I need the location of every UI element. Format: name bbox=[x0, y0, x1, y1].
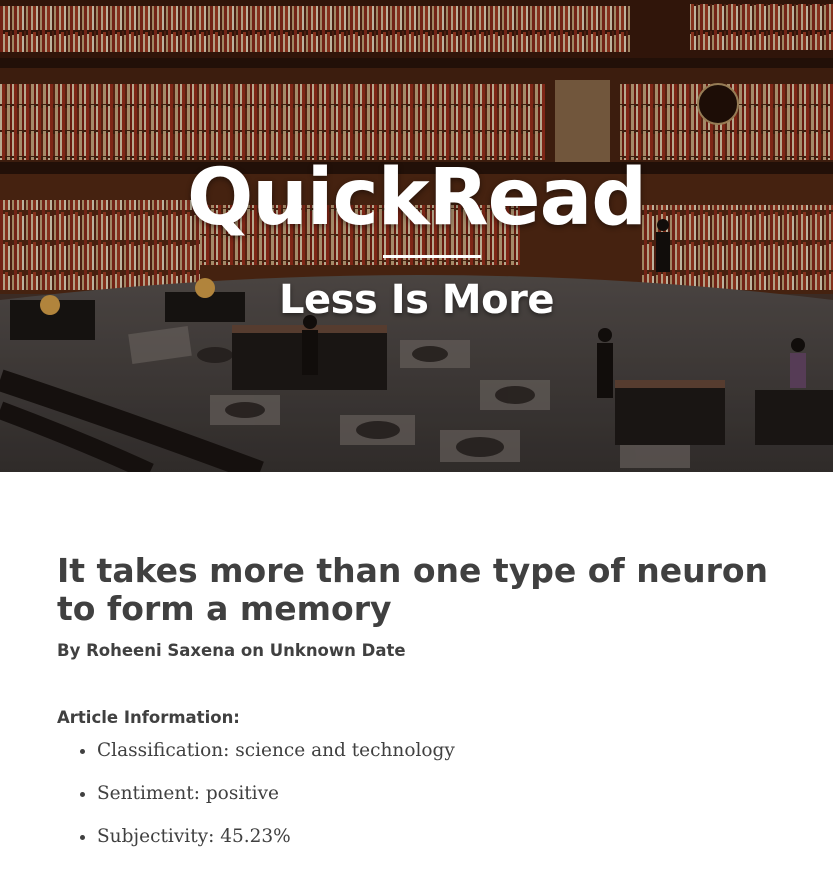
info-subjectivity: Subjectivity: 45.23% bbox=[97, 822, 455, 865]
site-title[interactable]: QuickRead bbox=[0, 150, 833, 246]
hero-banner: QuickRead Less Is More bbox=[0, 0, 833, 472]
article-byline: By Roheeni Saxena on Unknown Date bbox=[57, 641, 406, 660]
info-sentiment: Sentiment: positive bbox=[97, 779, 455, 822]
article-info-list: Classification: science and technology S… bbox=[57, 736, 455, 865]
article-info-heading: Article Information: bbox=[57, 708, 240, 727]
site-tagline: Less Is More bbox=[279, 277, 554, 323]
info-classification: Classification: science and technology bbox=[97, 736, 455, 779]
title-divider bbox=[383, 255, 481, 258]
article-title: It takes more than one type of neuron to… bbox=[57, 551, 769, 628]
